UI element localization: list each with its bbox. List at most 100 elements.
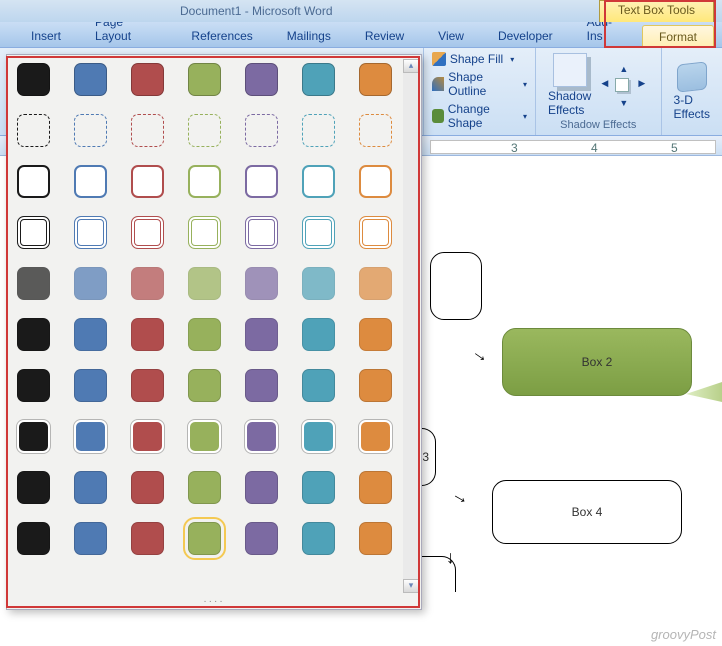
style-swatch-metallic-olive[interactable] xyxy=(188,318,221,351)
style-swatch-dashed-teal[interactable] xyxy=(302,114,335,147)
style-swatch-solid-olive[interactable] xyxy=(188,63,221,96)
shape-outline-button[interactable]: Shape Outline xyxy=(430,68,529,100)
style-swatch-metallic-purple[interactable] xyxy=(245,318,278,351)
nudge-right-icon[interactable]: ▶ xyxy=(638,78,645,89)
style-swatch-dashed-red[interactable] xyxy=(131,114,164,147)
tab-references[interactable]: References xyxy=(174,24,269,47)
style-swatch-dashed-purple[interactable] xyxy=(245,114,278,147)
style-swatch-solid-black[interactable] xyxy=(17,63,50,96)
style-swatch-double-outline-olive[interactable] xyxy=(188,216,221,249)
style-swatch-double-outline-purple[interactable] xyxy=(245,216,278,249)
tab-insert[interactable]: Insert xyxy=(14,24,78,47)
style-swatch-center-gradient-purple[interactable] xyxy=(245,471,278,504)
style-swatch-double-outline-orange[interactable] xyxy=(359,216,392,249)
style-swatch-double-outline-teal[interactable] xyxy=(302,216,335,249)
style-swatch-glossy-teal[interactable] xyxy=(302,522,335,555)
style-swatch-metallic-blue[interactable] xyxy=(74,318,107,351)
style-swatch-outline-purple[interactable] xyxy=(245,165,278,198)
tab-review[interactable]: Review xyxy=(348,24,421,47)
style-swatch-outline-orange[interactable] xyxy=(359,165,392,198)
flow-box-partial[interactable] xyxy=(430,252,482,320)
style-swatch-outline-black[interactable] xyxy=(17,165,50,198)
style-swatch-glass-orange[interactable] xyxy=(359,369,392,402)
style-swatch-selected[interactable] xyxy=(188,522,221,555)
style-swatch-dashed-orange[interactable] xyxy=(359,114,392,147)
tab-mailings[interactable]: Mailings xyxy=(270,24,348,47)
style-swatch-center-gradient-orange[interactable] xyxy=(359,471,392,504)
style-swatch-center-gradient-black[interactable] xyxy=(17,471,50,504)
style-swatch-center-gradient-red[interactable] xyxy=(131,471,164,504)
style-swatch-solid-outlined-blue[interactable] xyxy=(74,420,107,453)
style-swatch-outline-teal[interactable] xyxy=(302,165,335,198)
style-swatch-metallic-teal[interactable] xyxy=(302,318,335,351)
flow-box-2[interactable]: Box 2 xyxy=(502,328,692,396)
ribbon-tab-strip: Insert Page Layout References Mailings R… xyxy=(0,22,722,48)
style-swatch-metallic-orange[interactable] xyxy=(359,318,392,351)
style-swatch-outline-red[interactable] xyxy=(131,165,164,198)
style-swatch-outline-olive[interactable] xyxy=(188,165,221,198)
style-swatch-solid-red[interactable] xyxy=(131,63,164,96)
style-swatch-dashed-blue[interactable] xyxy=(74,114,107,147)
style-swatch-glass-purple[interactable] xyxy=(245,369,278,402)
document-canvas[interactable]: → Box 2 3 → Box 4 → xyxy=(420,158,722,636)
style-swatch-light-gradient-teal[interactable] xyxy=(302,267,335,300)
style-swatch-double-outline-blue[interactable] xyxy=(74,216,107,249)
style-swatch-glass-blue[interactable] xyxy=(74,369,107,402)
style-swatch-solid-purple[interactable] xyxy=(245,63,278,96)
gallery-scrollbar[interactable]: ▴ ▾ xyxy=(403,59,419,593)
scroll-down-button[interactable]: ▾ xyxy=(403,579,419,593)
nudge-left-icon[interactable]: ◀ xyxy=(601,78,608,89)
style-swatch-center-gradient-teal[interactable] xyxy=(302,471,335,504)
tab-developer[interactable]: Developer xyxy=(481,24,570,47)
shape-fill-button[interactable]: Shape Fill xyxy=(430,50,516,68)
style-swatch-light-gradient-orange[interactable] xyxy=(359,267,392,300)
style-swatch-glossy-black[interactable] xyxy=(17,522,50,555)
ruler-bar[interactable]: 3 4 5 xyxy=(430,140,716,154)
style-swatch-dashed-black[interactable] xyxy=(17,114,50,147)
style-swatch-light-gradient-black[interactable] xyxy=(17,267,50,300)
style-swatch-double-outline-black[interactable] xyxy=(17,216,50,249)
style-swatch-glossy-olive[interactable] xyxy=(188,522,221,555)
change-shape-button[interactable]: Change Shape xyxy=(430,100,529,132)
style-swatch-dashed-olive[interactable] xyxy=(188,114,221,147)
style-swatch-solid-teal[interactable] xyxy=(302,63,335,96)
nudge-down-icon[interactable]: ▼ xyxy=(619,98,628,108)
style-swatch-light-gradient-red[interactable] xyxy=(131,267,164,300)
style-swatch-metallic-red[interactable] xyxy=(131,318,164,351)
shadow-nudge-pad[interactable]: ▲ ▼ ◀ ▶ xyxy=(599,66,645,104)
style-swatch-glossy-red[interactable] xyxy=(131,522,164,555)
style-swatch-solid-outlined-red[interactable] xyxy=(131,420,164,453)
nudge-up-icon[interactable]: ▲ xyxy=(619,64,628,74)
style-swatch-center-gradient-olive[interactable] xyxy=(188,471,221,504)
style-swatch-solid-orange[interactable] xyxy=(359,63,392,96)
style-swatch-glossy-orange[interactable] xyxy=(359,522,392,555)
style-swatch-solid-outlined-orange[interactable] xyxy=(359,420,392,453)
style-swatch-double-outline-red[interactable] xyxy=(131,216,164,249)
shadow-effects-button[interactable]: Shadow Effects xyxy=(542,51,597,119)
style-swatch-center-gradient-blue[interactable] xyxy=(74,471,107,504)
style-swatch-glass-olive[interactable] xyxy=(188,369,221,402)
scroll-up-button[interactable]: ▴ xyxy=(403,59,419,73)
style-swatch-glossy-blue[interactable] xyxy=(74,522,107,555)
style-swatch-glossy-purple[interactable] xyxy=(245,522,278,555)
style-swatch-solid-outlined-purple[interactable] xyxy=(245,420,278,453)
tab-format[interactable]: Format xyxy=(642,25,714,48)
style-swatch-outline-blue[interactable] xyxy=(74,165,107,198)
resize-handle-icon[interactable]: ···· xyxy=(203,596,224,607)
style-swatch-solid-outlined-olive[interactable] xyxy=(188,420,221,453)
tab-view[interactable]: View xyxy=(421,24,481,47)
flow-box-4[interactable]: Box 4 xyxy=(492,480,682,544)
style-swatch-glass-black[interactable] xyxy=(17,369,50,402)
style-swatch-light-gradient-olive[interactable] xyxy=(188,267,221,300)
style-swatch-glass-teal[interactable] xyxy=(302,369,335,402)
style-swatch-solid-blue[interactable] xyxy=(74,63,107,96)
style-swatch-solid-outlined-black[interactable] xyxy=(17,420,50,453)
shadow-nudge-center[interactable] xyxy=(615,78,629,92)
style-swatch-light-gradient-purple[interactable] xyxy=(245,267,278,300)
three-d-effects-group: 3-D Effects xyxy=(662,48,722,135)
three-d-effects-button[interactable]: 3-D Effects xyxy=(668,61,716,123)
style-swatch-metallic-black[interactable] xyxy=(17,318,50,351)
style-swatch-light-gradient-blue[interactable] xyxy=(74,267,107,300)
style-swatch-glass-red[interactable] xyxy=(131,369,164,402)
style-swatch-solid-outlined-teal[interactable] xyxy=(302,420,335,453)
